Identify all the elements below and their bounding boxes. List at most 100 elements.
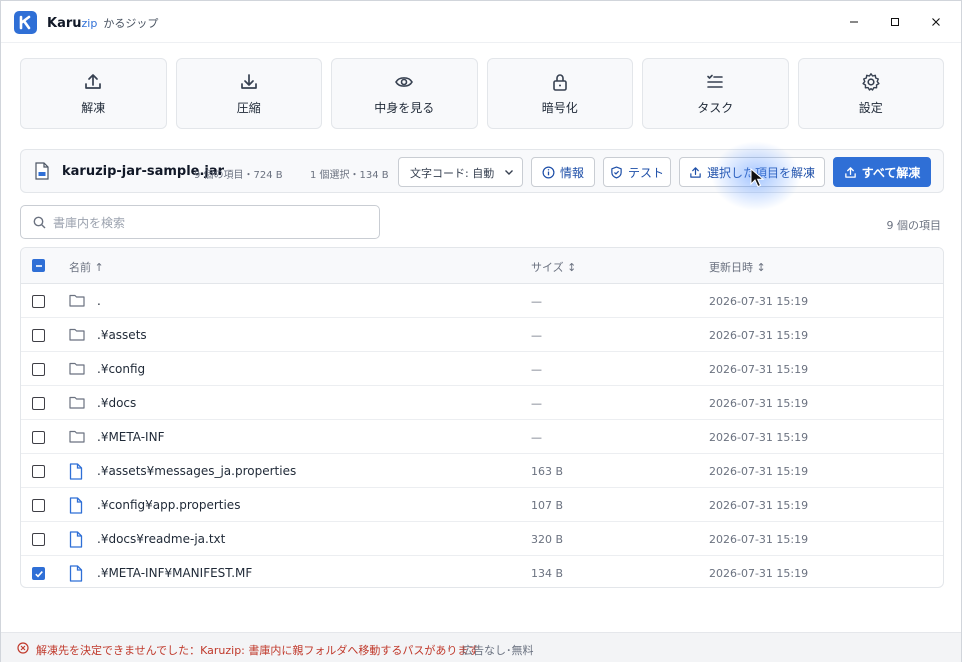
table-row[interactable]: .¥config¥app.properties 107 B 2026-07-31 1…	[21, 488, 943, 522]
search-icon	[33, 216, 46, 229]
tool-label: タスク	[697, 100, 734, 115]
close-button[interactable]	[926, 13, 946, 31]
column-header-name[interactable]: 名前 ↑	[69, 259, 104, 275]
row-checkbox[interactable]	[32, 533, 45, 546]
settings-tool-button[interactable]: 設定	[797, 58, 944, 129]
archive-info-bar: karuzip-jar-sample.jar 9 個の項目・724 B 1 個選…	[20, 149, 944, 193]
item-count: 9 個の項目	[886, 219, 942, 232]
table-row[interactable]: .¥META-INF¥MANIFEST.MF 134 B 2026-07-31 15…	[21, 556, 943, 587]
row-date: 2026-07-31 15:19	[709, 397, 809, 410]
row-name: .	[97, 294, 101, 308]
folder-icon	[69, 396, 85, 409]
row-size: —	[531, 329, 542, 342]
gear-icon	[862, 72, 880, 91]
row-checkbox[interactable]	[32, 431, 45, 444]
row-checkbox[interactable]	[32, 363, 45, 376]
row-size: —	[531, 431, 542, 444]
info-button[interactable]: 情報	[531, 157, 595, 187]
minimize-button[interactable]	[844, 13, 864, 31]
tool-label: 中身を見る	[374, 100, 435, 115]
upload-icon	[85, 73, 102, 89]
status-separator: ·	[447, 642, 451, 655]
select-all-checkbox[interactable]	[32, 259, 45, 272]
download-icon	[240, 73, 257, 89]
archive-meta: 9 個の項目・724 B	[194, 170, 283, 181]
eye-icon	[395, 76, 414, 87]
tasks-tool-button[interactable]: タスク	[642, 58, 789, 129]
folder-icon	[69, 362, 85, 375]
folder-icon	[69, 328, 85, 341]
table-body: . — 2026-07-31 15:19 .¥assets — 2026-07-31 15…	[21, 284, 943, 587]
search-box[interactable]	[20, 205, 380, 239]
row-size: —	[531, 397, 542, 410]
table-row[interactable]: . — 2026-07-31 15:19	[21, 284, 943, 318]
folder-icon	[69, 430, 85, 443]
chevron-down-icon	[505, 170, 513, 175]
test-button-label: テスト	[627, 165, 664, 180]
folder-icon	[69, 294, 85, 307]
status-bar: 解凍先を決定できませんでした：Karuzip: 書庫内に親フォルダへ移動するパス…	[1, 632, 961, 662]
maximize-icon	[891, 18, 899, 26]
info-button-label: 情報	[559, 165, 584, 180]
file-icon	[69, 463, 83, 483]
app-name-zip: zip	[81, 17, 98, 30]
encrypt-tool-button[interactable]: 暗号化	[486, 58, 633, 129]
row-checkbox[interactable]	[32, 499, 45, 512]
row-date: 2026-07-31 15:19	[709, 295, 809, 308]
extract-tool-button[interactable]: 解凍	[20, 58, 167, 129]
table-row[interactable]: .¥assets — 2026-07-31 15:19	[21, 318, 943, 352]
title-bar: Karuzip かるジップ	[1, 1, 961, 43]
minimize-icon	[850, 21, 858, 23]
table-row[interactable]: .¥config — 2026-07-31 15:19	[21, 352, 943, 386]
row-name: .¥assets¥messages_ja.properties	[97, 464, 297, 478]
folder-icon	[69, 293, 85, 310]
table-row[interactable]: .¥META-INF — 2026-07-31 15:19	[21, 420, 943, 454]
row-date: 2026-07-31 15:19	[709, 329, 809, 342]
file-icon	[69, 531, 83, 551]
list-check-icon	[707, 74, 724, 88]
table-row[interactable]: .¥docs — 2026-07-31 15:19	[21, 386, 943, 420]
row-date: 2026-07-31 15:19	[709, 567, 809, 580]
upload-icon	[690, 166, 701, 178]
row-name: .¥config	[97, 362, 146, 376]
mouse-cursor-icon	[750, 168, 765, 188]
row-size: 107 B	[531, 499, 564, 512]
app-title: Karuzip かるジップ	[47, 15, 158, 31]
row-checkbox[interactable]	[32, 567, 45, 580]
table-row[interactable]: .¥assets¥messages_ja.properties 163 B 2026…	[21, 454, 943, 488]
error-icon	[17, 642, 29, 654]
info-icon	[542, 166, 555, 178]
folder-icon	[69, 327, 85, 344]
row-checkbox[interactable]	[32, 465, 45, 478]
row-size: 320 B	[531, 533, 564, 546]
extract-all-button[interactable]: すべて解凍	[833, 157, 931, 187]
row-date: 2026-07-31 15:19	[709, 431, 809, 444]
row-date: 2026-07-31 15:19	[709, 533, 809, 546]
table-row[interactable]: .¥docs¥readme-ja.txt 320 B 2026-07-31 15:1…	[21, 522, 943, 556]
maximize-button[interactable]	[885, 13, 905, 31]
encoding-select[interactable]: 文字コード: 自動	[398, 157, 523, 187]
indeterminate-icon	[35, 264, 42, 267]
column-header-size[interactable]: サイズ ↕	[531, 259, 576, 275]
archive-file-icon	[35, 162, 49, 180]
search-input[interactable]	[53, 213, 363, 233]
app-logo	[14, 11, 37, 34]
app-name-kana: かるジップ	[103, 17, 159, 30]
row-name: .¥META-INF	[97, 430, 165, 444]
selection-meta: 1 個選択・134 B	[310, 170, 389, 181]
view-contents-tool-button[interactable]: 中身を見る	[331, 58, 478, 129]
row-size: —	[531, 363, 542, 376]
row-size: 163 B	[531, 465, 564, 478]
folder-icon	[69, 395, 85, 412]
test-button[interactable]: テスト	[603, 157, 671, 187]
file-table: 名前 ↑ サイズ ↕ 更新日時 ↕ . —2026-07-31 15:19 .¥as…	[20, 247, 944, 588]
row-name: .¥assets	[97, 328, 147, 342]
row-checkbox[interactable]	[32, 329, 45, 342]
row-checkbox[interactable]	[32, 397, 45, 410]
compress-tool-button[interactable]: 圧縮	[175, 58, 322, 129]
shield-check-icon	[611, 166, 622, 178]
tool-label: 設定	[858, 100, 883, 115]
column-header-date[interactable]: 更新日時 ↕	[709, 259, 766, 275]
row-checkbox[interactable]	[32, 295, 45, 308]
app-name-main: Karu	[47, 16, 82, 31]
